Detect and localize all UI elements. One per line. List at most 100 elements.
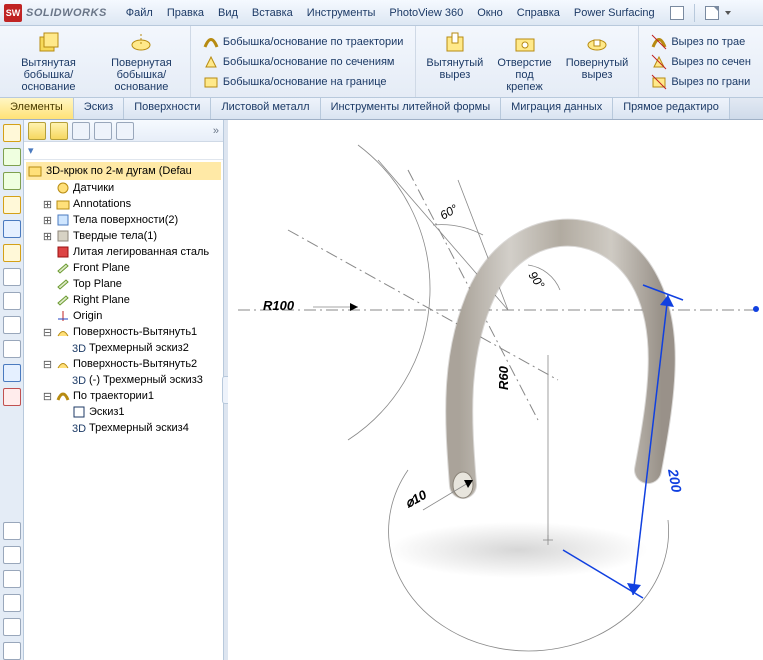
quick-icon-1[interactable] [670, 6, 684, 20]
panel-tab-display-icon[interactable] [116, 122, 134, 140]
rail-icon-8[interactable] [3, 292, 21, 310]
rail-icon-9[interactable] [3, 316, 21, 334]
tree-twisty[interactable]: ⊞ [42, 214, 53, 227]
new-document-icon[interactable] [705, 6, 719, 20]
loft-cut-button[interactable]: Вырез по сечен [649, 53, 753, 71]
loft-cut-label: Вырез по сечен [671, 56, 751, 68]
tree-item[interactable]: Датчики [26, 180, 221, 196]
hole-wizard-button[interactable]: Отверстие под крепеж [493, 29, 555, 95]
tab-features[interactable]: Элементы [0, 98, 74, 119]
funnel-icon: ▾ [28, 144, 34, 157]
panel-tab-config-icon[interactable] [72, 122, 90, 140]
rail-icon-b4[interactable] [3, 594, 21, 612]
tree-node-label: По траектории1 [73, 390, 154, 402]
menu-powersurf[interactable]: Power Surfacing [567, 3, 662, 23]
feature-tree[interactable]: 3D-крюк по 2-м дугам (Defau Датчики⊞Anno… [24, 160, 223, 660]
menu-help[interactable]: Справка [510, 3, 567, 23]
tree-item[interactable]: 3DТрехмерный эскиз2 [26, 340, 221, 356]
panel-tab-dim-icon[interactable] [94, 122, 112, 140]
sweep-cut-button[interactable]: Вырез по трае [649, 33, 753, 51]
tree-node-label: Трехмерный эскиз4 [89, 422, 189, 434]
rail-icon-10[interactable] [3, 340, 21, 358]
tree-item[interactable]: 3DТрехмерный эскиз4 [26, 420, 221, 436]
dim-angle-90: 90° [526, 269, 548, 292]
app-brand: SOLIDWORKS [26, 7, 107, 19]
rail-icon-12[interactable] [3, 388, 21, 406]
tab-sheetmetal[interactable]: Листовой металл [211, 98, 320, 119]
tab-directedit[interactable]: Прямое редактиро [613, 98, 730, 119]
boundary-boss-button[interactable]: Бобышка/основание на границе [201, 73, 406, 91]
panel-tab-feature-icon[interactable] [28, 122, 46, 140]
tree-root[interactable]: 3D-крюк по 2-м дугам (Defau [26, 162, 221, 180]
revolve-cut-button[interactable]: Повернутый вырез [562, 29, 633, 95]
tree-item[interactable]: Origin [26, 308, 221, 324]
tree-item[interactable]: Литая легированная сталь [26, 244, 221, 260]
left-rail [0, 120, 24, 660]
tab-mold[interactable]: Инструменты литейной формы [321, 98, 502, 119]
boundary-boss-icon [203, 74, 219, 90]
tree-twisty[interactable]: ⊞ [42, 198, 53, 211]
rail-icon-5[interactable] [3, 220, 21, 238]
tree-item[interactable]: ⊟ По траектории1 [26, 388, 221, 404]
menu-view[interactable]: Вид [211, 3, 245, 23]
tree-item[interactable]: Front Plane [26, 260, 221, 276]
tree-node-icon [56, 229, 70, 243]
menu-window[interactable]: Окно [470, 3, 510, 23]
graphics-viewport[interactable]: 60° 90° R100 R60 ⌀10 [228, 120, 763, 660]
revolve-boss-icon [129, 31, 153, 55]
rail-icon-3[interactable] [3, 172, 21, 190]
tab-migration[interactable]: Миграция данных [501, 98, 613, 119]
tree-item[interactable]: ⊟Поверхность-Вытянуть2 [26, 356, 221, 372]
tree-node-label: Литая легированная сталь [73, 246, 209, 258]
rail-icon-11[interactable] [3, 364, 21, 382]
tree-item[interactable]: ⊟ Поверхность-Вытянуть1 [26, 324, 221, 340]
loft-boss-icon [203, 54, 219, 70]
tree-twisty[interactable]: ⊟ [42, 390, 53, 403]
rail-icon-b2[interactable] [3, 546, 21, 564]
menu-edit[interactable]: Правка [160, 3, 211, 23]
rail-icon-7[interactable] [3, 268, 21, 286]
tab-surfaces[interactable]: Поверхности [124, 98, 211, 119]
tree-filter[interactable]: ▾ [24, 142, 223, 160]
extrude-cut-button[interactable]: Вытянутый вырез [422, 29, 487, 95]
ribbon-group-cut: Вытянутый вырез Отверстие под крепеж Пов… [416, 26, 639, 97]
tree-item[interactable]: ⊞Тела поверхности(2) [26, 212, 221, 228]
dim-200-text: 200 [665, 467, 685, 494]
dropdown-icon[interactable] [725, 11, 731, 15]
sweep-boss-button[interactable]: Бобышка/основание по траектории [201, 33, 406, 51]
tree-node-label: Right Plane [73, 294, 130, 306]
rail-icon-b6[interactable] [3, 642, 21, 660]
extrude-boss-button[interactable]: Вытянутая бобышка/основание [6, 29, 91, 95]
rail-icon-2[interactable] [3, 148, 21, 166]
tree-item[interactable]: Top Plane [26, 276, 221, 292]
tree-node-icon: 3D [72, 421, 86, 435]
menu-insert[interactable]: Вставка [245, 3, 300, 23]
menu-tools[interactable]: Инструменты [300, 3, 383, 23]
boundary-boss-label: Бобышка/основание на границе [223, 76, 387, 88]
panel-overflow-icon[interactable]: » [213, 125, 219, 137]
tree-item[interactable]: Right Plane [26, 292, 221, 308]
rail-icon-6[interactable] [3, 244, 21, 262]
tree-node-label: Поверхность-Вытянуть1 [73, 326, 197, 338]
ribbon-group-boss: Вытянутая бобышка/основание Повернутая б… [0, 26, 191, 97]
rail-icon-b1[interactable] [3, 522, 21, 540]
menu-file[interactable]: Файл [119, 3, 160, 23]
sweep-boss-label: Бобышка/основание по траектории [223, 36, 404, 48]
revolve-boss-button[interactable]: Повернутая бобышка/основание [99, 29, 184, 95]
rail-icon-b5[interactable] [3, 618, 21, 636]
tree-twisty[interactable]: ⊞ [42, 230, 53, 243]
tree-twisty[interactable]: ⊟ [42, 326, 53, 339]
panel-tab-property-icon[interactable] [50, 122, 68, 140]
rail-icon-1[interactable] [3, 124, 21, 142]
tab-sketch[interactable]: Эскиз [74, 98, 124, 119]
boundary-cut-button[interactable]: Вырез по грани [649, 73, 753, 91]
tree-item[interactable]: 3D(-) Трехмерный эскиз3 [26, 372, 221, 388]
tree-item[interactable]: ⊞Твердые тела(1) [26, 228, 221, 244]
tree-item[interactable]: ⊞Annotations [26, 196, 221, 212]
tree-twisty[interactable]: ⊟ [42, 358, 53, 371]
menu-photoview[interactable]: PhotoView 360 [382, 3, 470, 23]
loft-boss-button[interactable]: Бобышка/основание по сечениям [201, 53, 406, 71]
rail-icon-4[interactable] [3, 196, 21, 214]
rail-icon-b3[interactable] [3, 570, 21, 588]
tree-item[interactable]: Эскиз1 [26, 404, 221, 420]
